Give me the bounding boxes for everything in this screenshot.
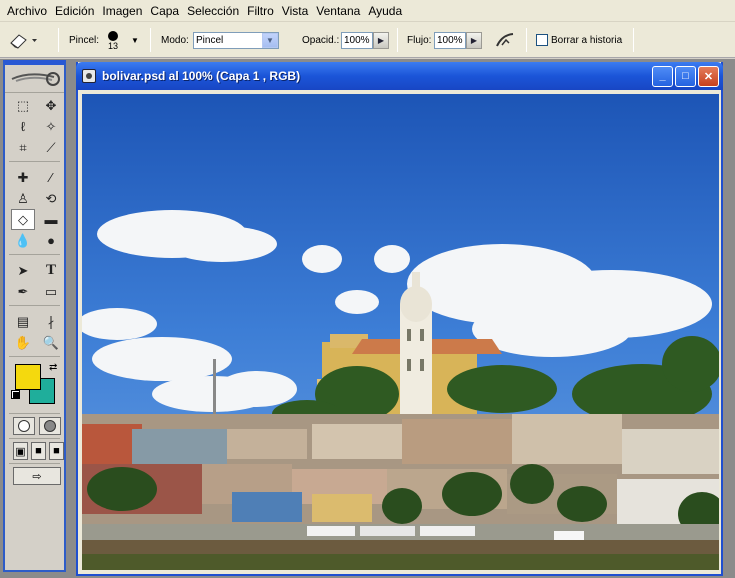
dodge-icon[interactable]: ● [39,230,63,251]
shape-icon[interactable]: ▭ [39,281,63,302]
document-icon [82,69,96,83]
eraser-icon [10,34,37,49]
borrar-historia-checkbox[interactable] [536,34,548,46]
zoom-icon[interactable]: 🔍 [39,332,63,353]
minimize-icon: _ [659,70,666,82]
menu-capa[interactable]: Capa [147,0,184,22]
eraser-tool-icon[interactable]: ◇ [11,209,35,230]
image-canvas[interactable] [82,94,719,570]
brush-tip-icon [108,31,118,41]
notes-icon[interactable]: ▤ [11,311,35,332]
toolbox: ⬚ ✥ ℓ ✧ ⌗ ⟋ ✚ ∕ ♙ ⟲ ◇ ▬ 💧 ● ➤ T ✒ ▭ ▤ ∤ … [3,60,66,572]
gradient-icon[interactable]: ▬ [39,209,63,230]
modo-dropdown-icon[interactable]: ▼ [262,32,278,48]
document-title: bolivar.psd al 100% (Capa 1 , RGB) [102,69,301,83]
opacidad-slider-arrow-icon[interactable]: ▶ [373,31,389,49]
menu-imagen[interactable]: Imagen [99,0,147,22]
move-icon[interactable]: ✥ [39,95,63,116]
airbrush-icon [496,33,514,47]
flujo-label: Flujo: [407,34,432,46]
city-photo [82,94,719,570]
magic-wand-icon[interactable]: ✧ [39,116,63,137]
opacidad-input[interactable]: 100% [341,31,373,49]
stamp-icon[interactable]: ♙ [11,188,35,209]
healing-icon[interactable]: ✚ [11,167,35,188]
jump-to-imageready-icon[interactable]: ⇨ [13,467,61,485]
flujo-input[interactable]: 100% [434,31,466,49]
hand-icon[interactable]: ✋ [11,332,35,353]
menu-archivo[interactable]: Archivo [4,0,52,22]
maximize-button[interactable]: □ [675,65,696,87]
menu-vista[interactable]: Vista [279,0,313,22]
tool-preset-picker[interactable] [6,22,38,58]
quick-mask-icon [44,420,56,432]
menu-ayuda[interactable]: Ayuda [365,0,407,22]
eyedropper-icon[interactable]: ∤ [39,311,63,332]
airbrush-toggle[interactable] [494,22,516,58]
maximize-icon: □ [682,70,689,82]
swap-colors-icon[interactable]: ⇄ [49,362,57,373]
standard-mode-button[interactable] [13,417,35,435]
options-bar: Pincel: 13 ▼ Modo: Pincel ▼ Opacid.: 100… [0,22,735,58]
screen-mode-full-menu-icon[interactable]: ■ [31,442,46,460]
history-brush-icon[interactable]: ⟲ [39,188,63,209]
screen-mode-standard-icon[interactable]: ▣ [13,442,28,460]
color-swatches: ⇄ [11,360,64,410]
crop-icon[interactable]: ⌗ [11,137,35,158]
modo-label: Modo: [161,34,189,46]
flujo-slider-arrow-icon[interactable]: ▶ [466,31,482,49]
lasso-icon[interactable]: ℓ [11,116,35,137]
marquee-icon[interactable]: ⬚ [11,95,35,116]
blur-icon[interactable]: 💧 [11,230,35,251]
close-icon: ✕ [703,70,714,83]
pincel-label: Pincel: [69,34,100,46]
menu-edicion[interactable]: Edición [52,0,99,22]
type-icon[interactable]: T [39,260,63,281]
brush-tool-icon[interactable]: ∕ [39,167,63,188]
feather-logo-icon [11,71,60,86]
menu-bar: Archivo Edición Imagen Capa Selección Fi… [0,0,735,22]
menu-seleccion[interactable]: Selección [184,0,244,22]
slice-icon[interactable]: ⟋ [39,137,63,158]
borrar-historia-option[interactable]: Borrar a historia [536,22,622,58]
screen-mode-full-icon[interactable]: ■ [49,442,64,460]
modo-value: Pincel [196,34,224,46]
menu-ventana[interactable]: Ventana [313,0,365,22]
document-window: bolivar.psd al 100% (Capa 1 , RGB) _ □ ✕ [76,62,723,576]
minimize-button[interactable]: _ [652,65,673,87]
brush-picker[interactable]: 13 [108,22,118,58]
document-titlebar[interactable]: bolivar.psd al 100% (Capa 1 , RGB) _ □ ✕ [76,62,723,90]
pen-icon[interactable]: ✒ [11,281,35,302]
close-button[interactable]: ✕ [698,65,719,87]
modo-select[interactable]: Pincel ▼ [193,31,279,49]
brush-size: 13 [108,41,119,51]
opacidad-label: Opacid.: [302,34,340,46]
foreground-color-swatch[interactable] [15,364,41,390]
toolbox-header [5,65,64,93]
standard-mode-icon [18,420,30,432]
quick-mask-button[interactable] [39,417,61,435]
path-select-icon[interactable]: ➤ [11,260,35,281]
brush-dropdown-icon[interactable]: ▼ [131,36,139,45]
menu-filtro[interactable]: Filtro [244,0,279,22]
borrar-historia-label: Borrar a historia [551,34,623,46]
